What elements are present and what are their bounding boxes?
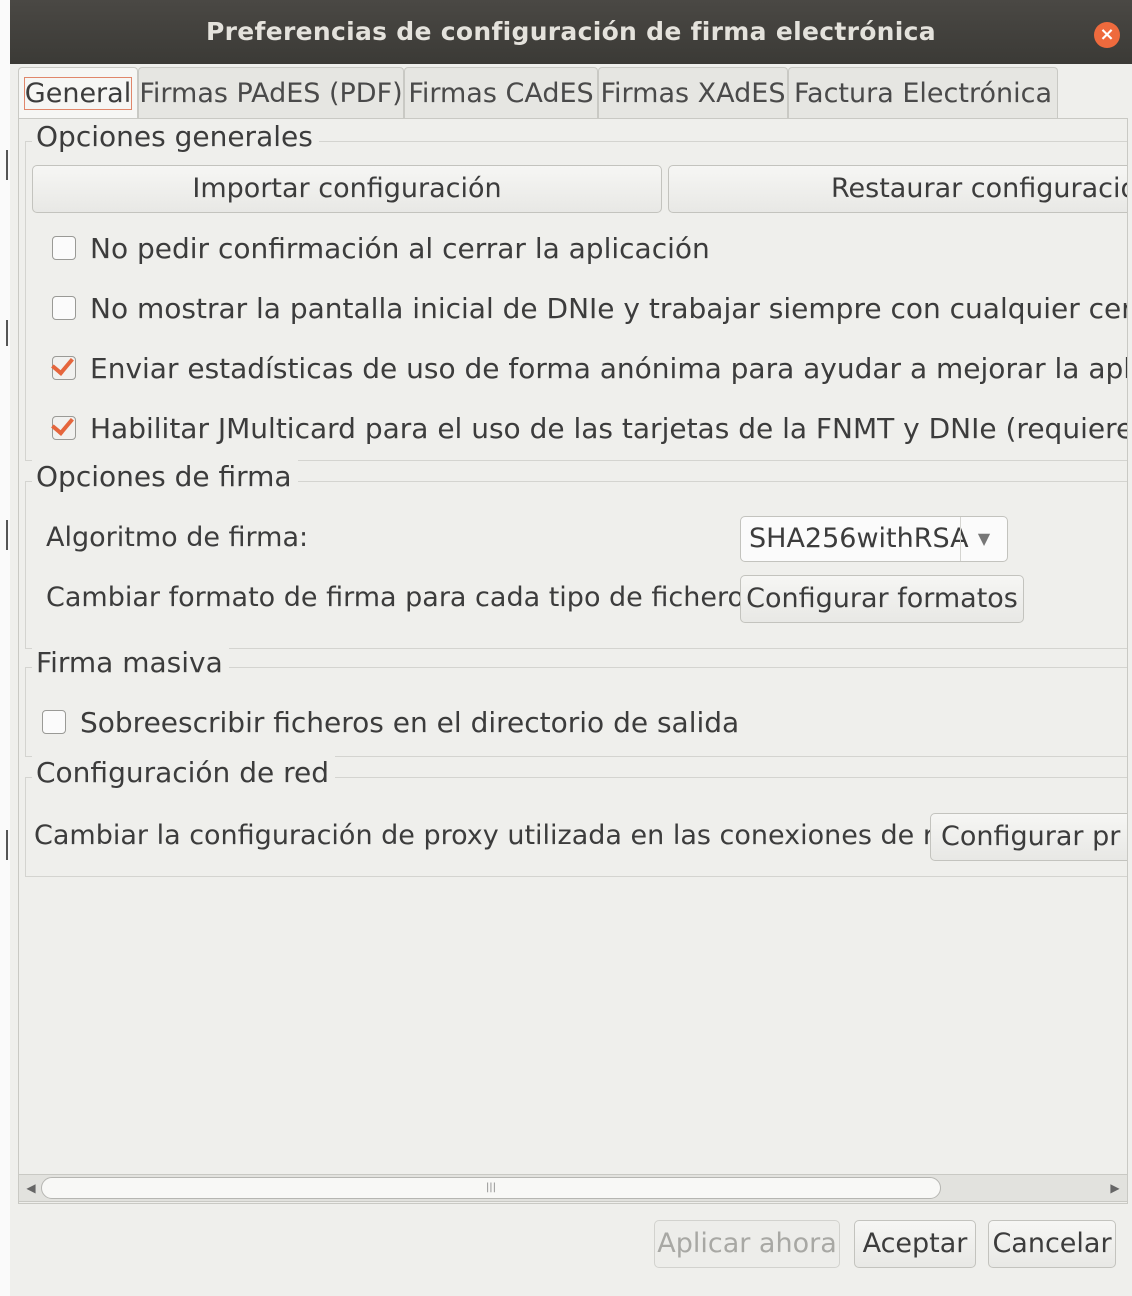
bulk-signature-legend: Firma masiva	[32, 646, 229, 679]
overwrite-files-label: Sobreescribir ficheros en el directorio …	[80, 706, 740, 739]
import-config-button[interactable]: Importar configuración	[32, 165, 662, 213]
algorithm-value: SHA256withRSA	[749, 523, 969, 554]
send-statistics-label: Enviar estadísticas de uso de forma anón…	[90, 352, 1128, 385]
no-dnie-screen-label: No mostrar la pantalla inicial de DNIe y…	[90, 292, 1128, 325]
overwrite-files-checkbox[interactable]	[42, 710, 66, 734]
general-options-section: Opciones generales Importar configuració…	[25, 120, 1128, 461]
title-bar: Preferencias de configuración de firma e…	[10, 0, 1132, 64]
configure-proxy-button[interactable]: Configurar pr	[930, 813, 1127, 861]
signature-options-section: Opciones de firma Algoritmo de firma: SH…	[25, 460, 1127, 649]
proxy-label: Cambiar la configuración de proxy utiliz…	[34, 820, 977, 851]
configure-formats-button[interactable]: Configurar formatos	[740, 575, 1024, 623]
apply-now-button[interactable]: Aplicar ahora	[654, 1220, 840, 1268]
horizontal-scrollbar[interactable]: ◀ ||| ▶	[18, 1174, 1128, 1202]
cancel-button[interactable]: Cancelar	[988, 1220, 1116, 1268]
enable-jmulticard-label: Habilitar JMulticard para el uso de las …	[90, 412, 1128, 445]
tab-xades[interactable]: Firmas XAdES	[598, 67, 788, 119]
window-title: Preferencias de configuración de firma e…	[206, 17, 936, 46]
tab-pades[interactable]: Firmas PAdES (PDF)	[138, 67, 404, 119]
no-dnie-screen-checkbox[interactable]	[52, 296, 76, 320]
algorithm-select[interactable]: SHA256withRSA ▼	[740, 516, 1008, 562]
scroll-left-icon[interactable]: ◀	[19, 1175, 43, 1201]
general-options-legend: Opciones generales	[32, 120, 319, 153]
accept-button[interactable]: Aceptar	[854, 1220, 976, 1268]
restore-config-button[interactable]: Restaurar configuració	[668, 165, 1127, 213]
algorithm-label: Algoritmo de firma:	[46, 522, 309, 553]
close-icon[interactable]: ×	[1094, 22, 1120, 48]
format-label: Cambiar formato de firma para cada tipo …	[46, 582, 754, 613]
scroll-right-icon[interactable]: ▶	[1103, 1175, 1127, 1201]
scrollbar-thumb[interactable]: |||	[41, 1177, 941, 1199]
no-confirm-close-checkbox[interactable]	[52, 236, 76, 260]
send-statistics-checkbox[interactable]	[52, 356, 76, 380]
preferences-dialog: Preferencias de configuración de firma e…	[10, 0, 1132, 1296]
no-confirm-close-label: No pedir confirmación al cerrar la aplic…	[90, 232, 710, 265]
tab-general[interactable]: General	[18, 67, 138, 119]
tab-cades[interactable]: Firmas CAdES	[404, 67, 598, 119]
bulk-signature-section: Firma masiva Sobreescribir ficheros en e…	[25, 646, 1127, 757]
background-window-edge	[0, 0, 10, 1296]
general-tab-panel: Opciones generales Importar configuració…	[18, 118, 1128, 1204]
enable-jmulticard-checkbox[interactable]	[52, 416, 76, 440]
network-section: Configuración de red Cambiar la configur…	[25, 756, 1127, 877]
signature-options-legend: Opciones de firma	[32, 460, 298, 493]
tab-factura-electronica[interactable]: Factura Electrónica	[788, 67, 1058, 119]
chevron-down-icon[interactable]: ▼	[960, 517, 1007, 561]
network-legend: Configuración de red	[32, 756, 336, 789]
